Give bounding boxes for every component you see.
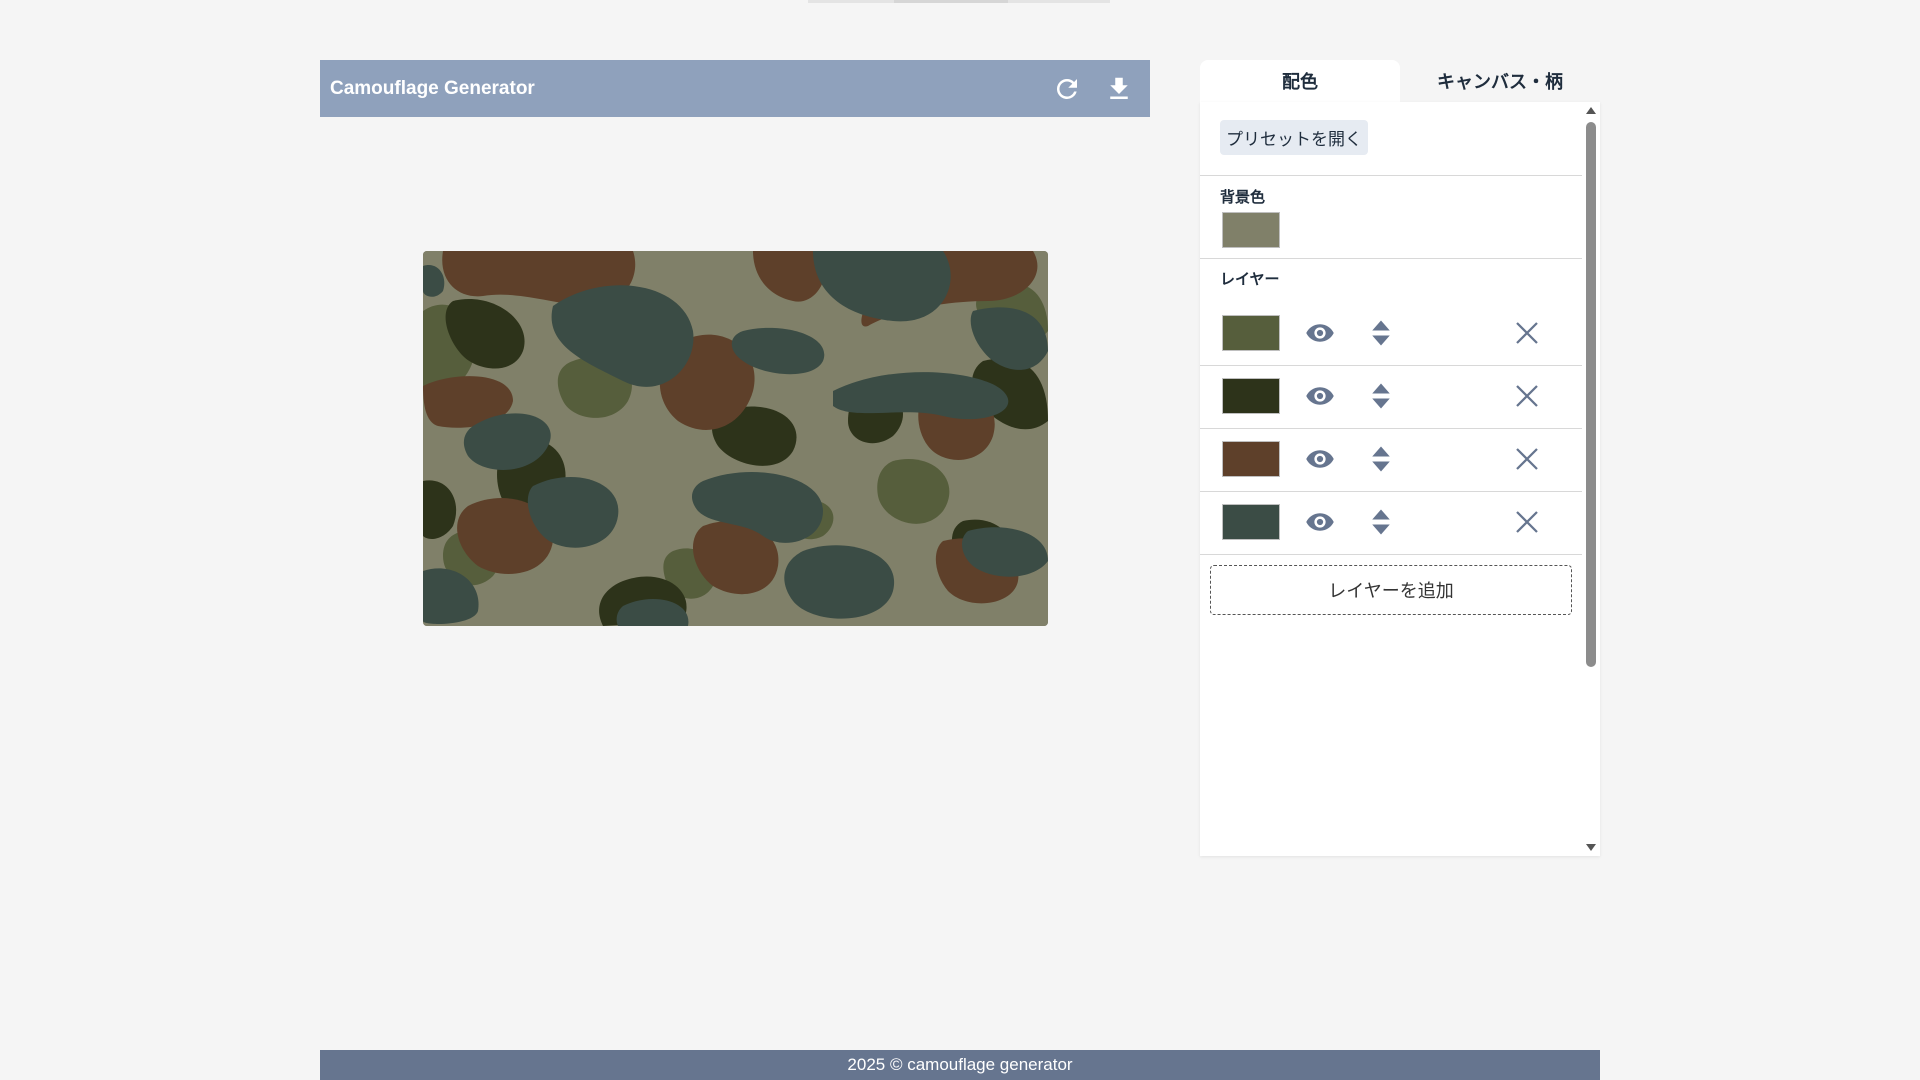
tab-colors[interactable]: 配色: [1200, 60, 1400, 102]
sort-icon: [1372, 509, 1390, 535]
reorder-handle[interactable]: [1363, 504, 1399, 540]
scroll-up-arrow-icon[interactable]: [1585, 106, 1597, 116]
eye-icon: [1306, 387, 1334, 405]
panel-scrollbar[interactable]: [1582, 102, 1600, 856]
eye-icon: [1306, 513, 1334, 531]
scroll-thumb[interactable]: [1586, 122, 1596, 667]
layer-color-swatch[interactable]: [1222, 504, 1280, 540]
toggle-visibility-button[interactable]: [1302, 378, 1338, 414]
sort-icon: [1372, 446, 1390, 472]
background-color-swatch[interactable]: [1222, 212, 1280, 248]
add-layer-area: レイヤーを追加: [1200, 555, 1582, 625]
sort-icon: [1372, 320, 1390, 346]
layer-color-swatch[interactable]: [1222, 378, 1280, 414]
close-icon: [1516, 385, 1538, 407]
top-strip: [808, 0, 1110, 3]
settings-panel: 配色 キャンバス・柄 プリセットを開く 背景色 レイヤー レイヤーを追加: [1200, 60, 1600, 856]
delete-layer-button[interactable]: [1509, 315, 1545, 351]
layers-label: レイヤー: [1220, 270, 1280, 288]
layers-header: レイヤー: [1200, 259, 1582, 303]
download-button[interactable]: [1102, 72, 1136, 106]
delete-layer-button[interactable]: [1509, 441, 1545, 477]
reorder-handle[interactable]: [1363, 315, 1399, 351]
colors-panel-content: プリセットを開く 背景色 レイヤー レイヤーを追加: [1200, 102, 1582, 625]
layer-list: [1200, 303, 1582, 555]
scroll-down-arrow-icon[interactable]: [1585, 842, 1597, 852]
reorder-handle[interactable]: [1363, 441, 1399, 477]
layer-color-swatch[interactable]: [1222, 441, 1280, 477]
delete-layer-button[interactable]: [1509, 378, 1545, 414]
sort-icon: [1372, 383, 1390, 409]
toggle-visibility-button[interactable]: [1302, 441, 1338, 477]
close-icon: [1516, 511, 1538, 533]
open-presets-button[interactable]: プリセットを開く: [1220, 120, 1368, 155]
footer: 2025 © camouflage generator: [320, 1050, 1600, 1080]
camouflage-pattern: [423, 251, 1048, 626]
layer-row: [1200, 366, 1582, 429]
layer-row: [1200, 492, 1582, 555]
camouflage-canvas[interactable]: [423, 251, 1048, 626]
toggle-visibility-button[interactable]: [1302, 315, 1338, 351]
tab-canvas-pattern[interactable]: キャンバス・柄: [1400, 60, 1600, 102]
background-color-label: 背景色: [1220, 188, 1266, 206]
layer-row: [1200, 303, 1582, 366]
download-icon: [1110, 77, 1128, 99]
reorder-handle[interactable]: [1363, 378, 1399, 414]
colors-panel: プリセットを開く 背景色 レイヤー レイヤーを追加: [1200, 102, 1600, 856]
background-color-section: 背景色: [1200, 176, 1582, 259]
tab-bar: 配色 キャンバス・柄: [1200, 60, 1600, 102]
layer-row: [1200, 429, 1582, 492]
eye-icon: [1306, 450, 1334, 468]
delete-layer-button[interactable]: [1509, 504, 1545, 540]
top-strip-segment: [894, 0, 1008, 3]
app-title: Camouflage Generator: [330, 77, 535, 99]
add-layer-button[interactable]: レイヤーを追加: [1210, 565, 1572, 615]
layer-color-swatch[interactable]: [1222, 315, 1280, 351]
preset-section: プリセットを開く: [1200, 102, 1582, 176]
refresh-icon: [1056, 78, 1077, 99]
close-icon: [1516, 448, 1538, 470]
toolbar: [1050, 72, 1136, 106]
regenerate-button[interactable]: [1050, 72, 1084, 106]
toggle-visibility-button[interactable]: [1302, 504, 1338, 540]
close-icon: [1516, 322, 1538, 344]
eye-icon: [1306, 324, 1334, 342]
canvas-header: Camouflage Generator: [320, 60, 1150, 117]
